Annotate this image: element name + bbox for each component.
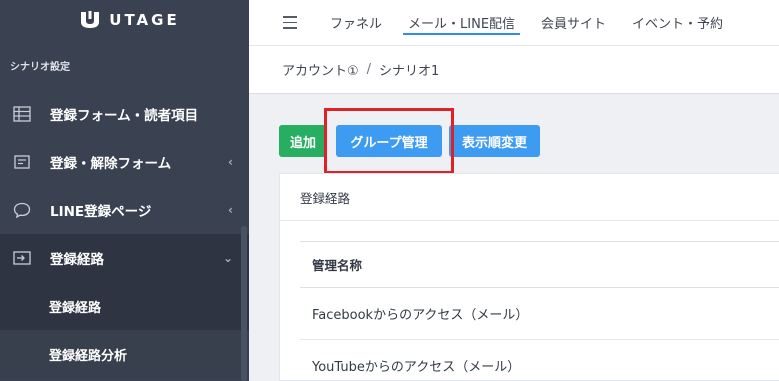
sidebar-item-label: 登録・解除フォーム <box>50 156 172 172</box>
table-row[interactable]: YouTubeからのアクセス（メール） <box>300 340 779 381</box>
top-navigation: ファネル メール・LINE配信 会員サイト イベント・予約 <box>249 0 779 46</box>
sidebar-item-label: 登録経路 <box>50 252 104 268</box>
chevron-left-icon: ‹ <box>228 203 233 217</box>
chevron-left-icon: ‹ <box>228 155 233 169</box>
sidebar-item-registration-form[interactable]: 登録フォーム・読者項目 <box>0 90 249 138</box>
table-icon <box>12 104 32 124</box>
breadcrumb-separator: / <box>366 62 372 77</box>
utage-logo-icon <box>81 11 100 28</box>
breadcrumb-scenario: シナリオ1 <box>379 64 440 79</box>
tab-funnel[interactable]: ファネル <box>317 0 395 46</box>
sidebar-item-line-page[interactable]: LINE登録ページ ‹ <box>0 186 249 234</box>
breadcrumb: アカウント① / シナリオ1 <box>249 46 779 94</box>
route-table: 管理名称 Facebookからのアクセス（メール） YouTubeからのアクセス… <box>300 241 779 381</box>
chevron-down-icon: ⌄ <box>222 251 233 265</box>
panel-title: 登録経路 <box>280 174 779 221</box>
sidebar-item-subscribe-form[interactable]: 登録・解除フォーム ‹ <box>0 138 249 186</box>
chat-bubble-icon <box>12 200 32 220</box>
sidebar-item-registration-route[interactable]: 登録経路 ⌄ <box>0 234 249 282</box>
sign-in-icon <box>12 248 32 268</box>
add-button[interactable]: 追加 <box>279 125 327 157</box>
sidebar-item-label: LINE登録ページ <box>50 204 152 220</box>
sidebar-subitem-registration-route[interactable]: 登録経路 <box>0 282 249 330</box>
sidebar-scrollbar[interactable] <box>241 226 247 381</box>
form-icon <box>12 152 32 172</box>
display-order-button[interactable]: 表示順変更 <box>449 125 540 157</box>
highlight-annotation <box>324 108 454 174</box>
logo[interactable]: UTAGE <box>0 0 249 40</box>
tab-event-reservation[interactable]: イベント・予約 <box>619 0 736 46</box>
sidebar-subitem-route-analysis[interactable]: 登録経路分析 <box>0 330 249 378</box>
sidebar-item-label: 登録フォーム・読者項目 <box>50 108 199 124</box>
registration-route-panel: 登録経路 管理名称 Facebookからのアクセス（メール） YouTubeから… <box>279 173 779 381</box>
logo-text: UTAGE <box>109 11 180 29</box>
hamburger-menu-icon[interactable] <box>283 16 297 29</box>
table-row[interactable]: Facebookからのアクセス（メール） <box>300 288 779 340</box>
breadcrumb-account[interactable]: アカウント① <box>282 60 359 79</box>
sidebar-section-title: シナリオ設定 <box>0 40 249 90</box>
table-header-name: 管理名称 <box>300 242 779 288</box>
tab-mail-line[interactable]: メール・LINE配信 <box>395 0 528 46</box>
tab-member-site[interactable]: 会員サイト <box>528 0 619 46</box>
sidebar: UTAGE シナリオ設定 登録フォーム・読者項目 登録・解除フォーム ‹ LIN… <box>0 0 249 381</box>
